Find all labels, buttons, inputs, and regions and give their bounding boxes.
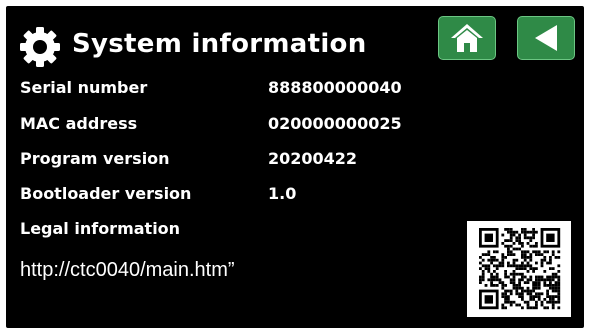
legal-information-label: Legal information	[20, 219, 181, 238]
mac-address-value: 020000000025	[268, 114, 402, 133]
serial-number-label: Serial number	[20, 78, 148, 97]
home-button[interactable]	[438, 16, 496, 60]
program-version-label: Program version	[20, 149, 170, 168]
page-title: System information	[72, 29, 367, 59]
program-version-value: 20200422	[268, 149, 358, 168]
home-icon	[451, 24, 483, 52]
back-arrow-icon	[535, 25, 557, 51]
mac-address-label: MAC address	[20, 114, 138, 133]
system-information-screen: System information Serial number 8888000…	[0, 0, 590, 334]
bootloader-version-label: Bootloader version	[20, 184, 192, 203]
bootloader-version-value: 1.0	[268, 184, 297, 203]
legal-url: http://ctc0040/main.htm”	[20, 259, 235, 281]
gear-icon	[20, 27, 60, 67]
serial-number-value: 888800000040	[268, 78, 402, 97]
qr-code	[467, 221, 571, 317]
back-button[interactable]	[517, 16, 575, 60]
